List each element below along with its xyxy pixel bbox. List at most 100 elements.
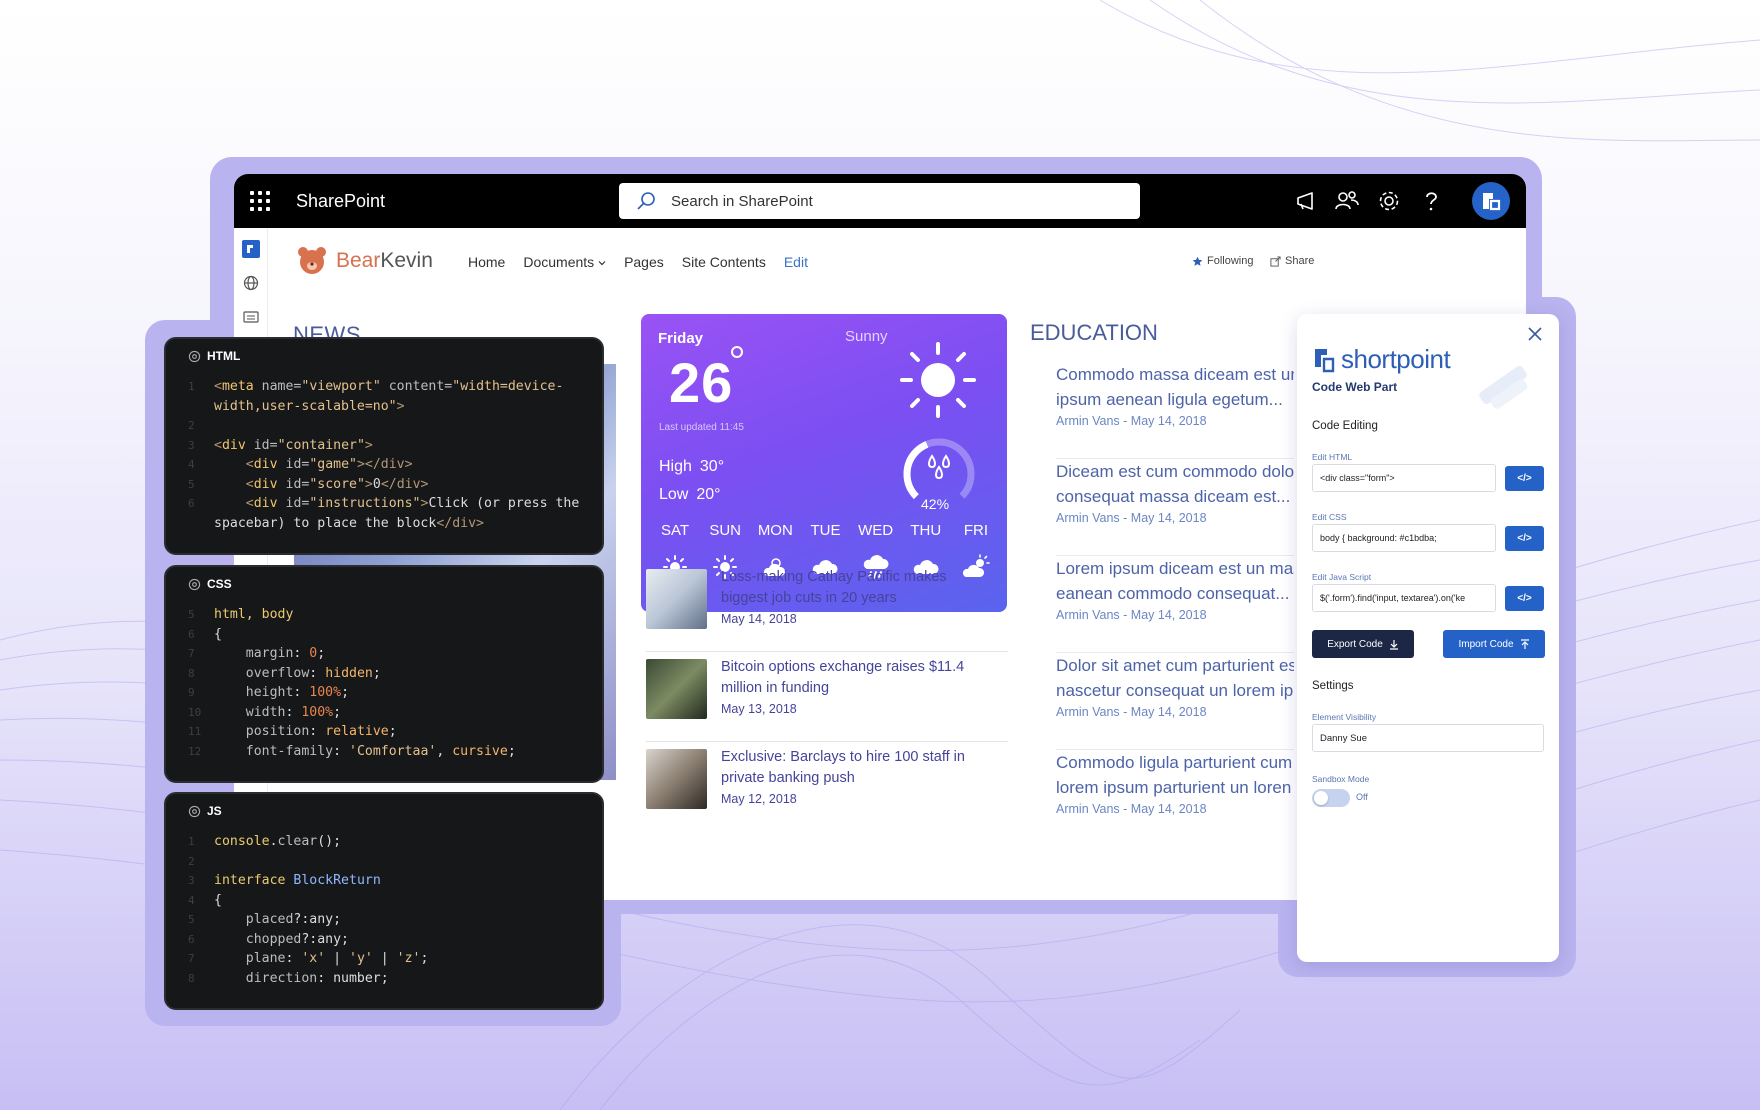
visibility-field[interactable]: Danny Sue — [1312, 724, 1544, 752]
article-thumbnail — [646, 569, 707, 629]
list-item[interactable]: Exclusive: Barclays to hire 100 staff in… — [646, 742, 1008, 832]
suite-bar: SharePoint Search in SharePoint — [234, 174, 1526, 228]
edit-css-field[interactable]: body { background: #c1bdba; — [1312, 524, 1496, 552]
code-body: 5 html, body 6{ 7 margin: 0; 8 overflow: … — [188, 607, 516, 759]
waffle-icon[interactable] — [250, 191, 270, 211]
share-button[interactable]: Share — [1270, 255, 1314, 267]
forecast-day: SAT — [660, 522, 690, 539]
site-name[interactable]: BearKevin — [336, 249, 433, 273]
weather-condition: Sunny — [845, 328, 888, 345]
forecast-day: SUN — [709, 522, 741, 539]
edit-css-button[interactable]: </> — [1505, 526, 1544, 551]
code-body: 1 <meta name="viewport" content="width=de… — [188, 379, 580, 531]
list-item[interactable]: Lorem ipsum diceam est un mas eanean comm… — [1056, 556, 1294, 653]
sun-icon — [900, 342, 976, 418]
close-icon[interactable] — [1527, 326, 1543, 342]
shortpoint-logo-icon — [1315, 348, 1335, 372]
nav-edit[interactable]: Edit — [784, 254, 808, 270]
code-tag-icon — [188, 350, 201, 362]
globe-icon[interactable] — [242, 274, 260, 292]
help-icon[interactable] — [1418, 188, 1444, 214]
weather-low: Low 20° — [659, 486, 721, 503]
decoration-graphic — [1479, 365, 1528, 409]
section-code-editing: Code Editing — [1312, 420, 1378, 432]
edit-js-label: Edit Java Script — [1312, 572, 1372, 582]
gear-icon[interactable] — [1376, 188, 1402, 214]
site-icon[interactable] — [242, 240, 260, 258]
forecast-days: SAT SUN MON TUE WED THU FRI — [653, 522, 998, 539]
shortpoint-logo-icon — [1483, 193, 1501, 211]
js-code-editor[interactable]: JS 1 console.clear(); 2 3 interface BlockR… — [164, 792, 604, 1010]
list-item[interactable]: Bitcoin options exchange raises $11.4 mi… — [646, 652, 1008, 742]
share-icon — [1270, 255, 1281, 267]
list-item[interactable]: Commodo massa diceam est un ipsum aenean … — [1056, 362, 1294, 459]
chevron-down-icon — [598, 261, 606, 266]
humidity-value: 42% — [921, 496, 950, 512]
upload-icon — [1520, 638, 1529, 649]
edit-html-button[interactable]: </> — [1505, 466, 1544, 491]
forecast-day: MON — [757, 522, 793, 539]
weather-high: High 30° — [659, 458, 725, 475]
download-icon — [1389, 639, 1398, 650]
panel-subtitle: Code Web Part — [1312, 380, 1398, 394]
education-heading: EDUCATION — [1030, 320, 1158, 345]
star-icon — [1192, 256, 1203, 266]
code-tag-icon — [188, 578, 201, 590]
education-list: Commodo massa diceam est un ipsum aenean … — [1056, 362, 1294, 847]
following-button[interactable]: Following — [1192, 255, 1253, 267]
visibility-label: Element Visibility — [1312, 712, 1377, 722]
article-thumbnail — [646, 749, 707, 809]
weather-temp: 26 — [669, 351, 734, 414]
list-item[interactable]: Commodo ligula parturient cum lorem ipsum… — [1056, 750, 1294, 847]
site-nav: Home Documents Pages Site Contents Edit — [468, 254, 808, 270]
css-code-editor[interactable]: CSS 5 html, body 6{ 7 margin: 0; 8 overfl… — [164, 565, 604, 783]
forecast-day: WED — [858, 522, 894, 539]
article-date: May 13, 2018 — [721, 702, 797, 716]
weather-updated: Last updated 11:45 — [659, 422, 744, 433]
nav-site-contents[interactable]: Site Contents — [682, 254, 766, 270]
nav-home[interactable]: Home — [468, 254, 505, 270]
degree-symbol — [731, 346, 743, 358]
nav-documents[interactable]: Documents — [523, 254, 606, 270]
people-icon[interactable] — [1334, 188, 1360, 214]
article-title[interactable]: Bitcoin options exchange raises $11.4 mi… — [721, 657, 991, 699]
nav-pages[interactable]: Pages — [624, 254, 664, 270]
search-placeholder: Search in SharePoint — [671, 192, 813, 210]
forecast-day: TUE — [810, 522, 841, 539]
news-article-list: Loss-making Cathay Pacific makes biggest… — [646, 562, 1008, 832]
section-settings: Settings — [1312, 680, 1354, 692]
megaphone-icon[interactable] — [1294, 188, 1320, 214]
sandbox-state: Off — [1356, 792, 1368, 802]
weather-day: Friday — [658, 330, 704, 347]
article-title[interactable]: Loss-making Cathay Pacific makes biggest… — [721, 567, 991, 609]
search-icon — [637, 192, 655, 210]
search-box[interactable]: Search in SharePoint — [619, 183, 1140, 219]
list-item[interactable]: Dolor sit amet cum parturient es nascetur… — [1056, 653, 1294, 750]
html-code-editor[interactable]: HTML 1 <meta name="viewport" content="wid… — [164, 337, 604, 555]
code-web-part-panel: shortpoint Code Web Part Code Editing Ed… — [1297, 314, 1559, 962]
article-date: May 12, 2018 — [721, 792, 797, 806]
edit-html-label: Edit HTML — [1312, 452, 1353, 462]
edit-css-label: Edit CSS — [1312, 512, 1347, 522]
article-thumbnail — [646, 659, 707, 719]
shortpoint-logo: shortpoint — [1313, 344, 1451, 375]
list-item[interactable]: Diceam est cum commodo dolo consequat mas… — [1056, 459, 1294, 556]
sandbox-toggle[interactable] — [1312, 789, 1350, 807]
edit-js-field[interactable]: $('.form').find('input, textarea').on('k… — [1312, 584, 1496, 612]
forecast-day: FRI — [963, 522, 989, 539]
list-item[interactable]: Loss-making Cathay Pacific makes biggest… — [646, 562, 1008, 652]
edit-html-field[interactable]: <div class="form"> — [1312, 464, 1496, 492]
news-icon[interactable] — [242, 308, 260, 326]
app-name[interactable]: SharePoint — [296, 191, 385, 212]
code-header: HTML — [188, 349, 240, 363]
code-header: CSS — [188, 577, 232, 591]
forecast-day: THU — [910, 522, 942, 539]
edit-js-button[interactable]: </> — [1505, 586, 1544, 611]
article-title[interactable]: Exclusive: Barclays to hire 100 staff in… — [721, 747, 991, 789]
code-header: JS — [188, 804, 222, 818]
import-code-button[interactable]: Import Code — [1443, 630, 1545, 658]
avatar-icon[interactable] — [1472, 182, 1510, 220]
bear-logo-icon — [298, 247, 326, 274]
export-code-button[interactable]: Export Code — [1312, 630, 1414, 658]
code-tag-icon — [188, 805, 201, 817]
